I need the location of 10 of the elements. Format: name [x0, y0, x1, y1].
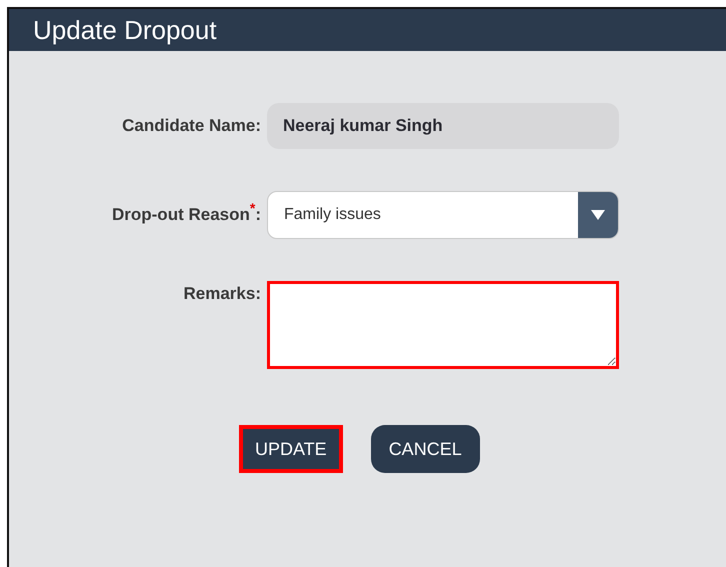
update-button[interactable]: UPDATE	[239, 425, 343, 473]
remarks-field[interactable]	[267, 281, 619, 369]
dialog-title: Update Dropout	[33, 14, 217, 46]
name-field: Neeraj kumar Singh	[267, 103, 619, 149]
field-label: Drop-out Reason$^{*}$:	[110, 202, 261, 226]
cancel-button[interactable]: CANCEL	[370, 425, 480, 473]
reason-dropdown[interactable]: Family issues	[267, 191, 619, 239]
field-label: Candidate Name:	[121, 115, 261, 138]
field-label: Remarks:	[182, 283, 261, 305]
caret-icon	[591, 210, 605, 220]
